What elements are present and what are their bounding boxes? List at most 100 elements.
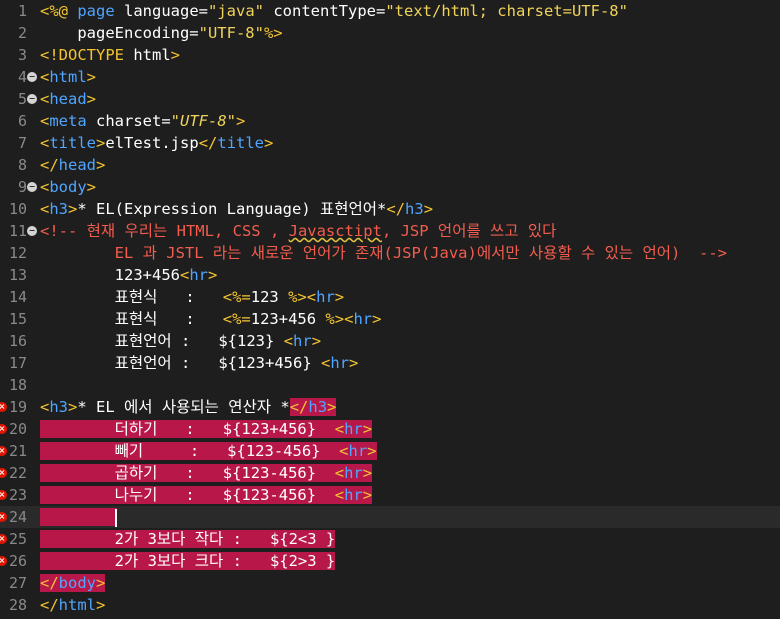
code-line[interactable]: 20 × 더하기 : ${123+456} <hr>: [0, 418, 780, 440]
code-token: <: [283, 332, 294, 350]
line-number: 27: [8, 574, 27, 592]
code-token: <: [40, 200, 50, 218]
code-line[interactable]: 23 × 나누기 : ${123-456} <hr>: [0, 484, 780, 506]
code-line[interactable]: 5− <head>: [0, 88, 780, 110]
code-line[interactable]: 25 × 2가 3보다 작다 : ${2<3 }: [0, 528, 780, 550]
code-token: >: [311, 332, 322, 350]
code-line[interactable]: 28 </html>: [0, 594, 780, 616]
code-line[interactable]: 18: [0, 374, 780, 396]
code-token: 123+456: [40, 266, 180, 284]
code-line[interactable]: 16 표현언어 : ${123} <hr>: [0, 330, 780, 352]
code-content: <head>: [40, 88, 96, 110]
code-content: 빼기 : ${123-456} <hr>: [40, 440, 377, 462]
code-token: </: [40, 596, 59, 614]
code-token: 2가 3보다 크다 : ${2>3 }: [40, 552, 336, 570]
code-token: "text/html; charset=UTF-8": [385, 2, 628, 20]
code-line[interactable]: 19 × <h3>* EL 에서 사용되는 연산자 *</h3>: [0, 396, 780, 418]
code-line[interactable]: 2 pageEncoding="UTF-8"%>: [0, 22, 780, 44]
code-line[interactable]: 10 <h3>* EL(Expression Language) 표현언어*</h…: [0, 198, 780, 220]
code-content: <h3>* EL(Expression Language) 표현언어*</h3>: [40, 198, 433, 220]
code-token: <%=: [222, 288, 251, 306]
code-token: %>: [288, 288, 307, 306]
code-token: title: [217, 134, 265, 152]
code-token: <: [40, 398, 50, 416]
code-line[interactable]: 4− <html>: [0, 66, 780, 88]
code-token: * EL 에서 사용되는 연산자 *: [77, 398, 290, 416]
code-line[interactable]: 15 표현식 : <%=123+456 %><hr>: [0, 308, 780, 330]
code-token: hr: [344, 464, 363, 482]
code-token: h3: [405, 200, 424, 218]
code-token: <: [334, 420, 345, 438]
code-token: </: [40, 156, 59, 174]
code-content: 2가 3보다 작다 : ${2<3 }: [40, 528, 336, 550]
code-token: 곱하기 : ${123-456}: [40, 464, 335, 482]
line-number: 7: [17, 134, 27, 152]
code-line[interactable]: 3 <!DOCTYPE html>: [0, 44, 780, 66]
code-token: h3: [308, 398, 328, 416]
code-line[interactable]: 17 표현언어 : ${123+456} <hr>: [0, 352, 780, 374]
code-token: charset=: [86, 112, 171, 130]
code-token: hr: [353, 310, 373, 328]
code-line[interactable]: 1 <%@ page language="java" contentType="t…: [0, 0, 780, 22]
code-line[interactable]: 13 123+456<hr>: [0, 264, 780, 286]
code-token: "java": [208, 2, 264, 20]
code-content: pageEncoding="UTF-8"%>: [40, 22, 282, 44]
code-editor[interactable]: 1 <%@ page language="java" contentType="t…: [0, 0, 780, 619]
code-token: </: [386, 200, 406, 218]
code-line[interactable]: 11− <!-- 현재 우리는 HTML, CSS , Javasctipt, J…: [0, 220, 780, 242]
code-token: hr: [293, 332, 312, 350]
code-line[interactable]: 8 </head>: [0, 154, 780, 176]
code-line[interactable]: 24 ×: [0, 506, 780, 528]
code-token: page: [68, 2, 115, 20]
code-token: </: [289, 398, 309, 416]
code-token: hr: [344, 420, 363, 438]
code-token: 표현언어 : ${123}: [40, 332, 284, 350]
code-token: >: [86, 68, 97, 86]
code-content: <%@ page language="java" contentType="te…: [40, 0, 628, 22]
line-number: 1: [17, 2, 27, 20]
code-content: 표현언어 : ${123+456} <hr>: [40, 352, 359, 374]
code-line[interactable]: 21 × 빼기 : ${123-456} <hr>: [0, 440, 780, 462]
line-number: 14: [8, 288, 27, 306]
fold-collapse-icon[interactable]: −: [27, 72, 37, 82]
code-token: "UTF-8": [170, 112, 236, 130]
code-token: >: [362, 486, 373, 504]
code-token: 표현식 :: [40, 288, 223, 306]
line-number: 8: [17, 156, 27, 174]
code-token: hr: [348, 442, 368, 460]
code-line[interactable]: 22 × 곱하기 : ${123-456} <hr>: [0, 462, 780, 484]
text-cursor: [114, 508, 117, 527]
code-token: >: [334, 288, 345, 306]
code-content: <!-- 현재 우리는 HTML, CSS , Javasctipt, JSP …: [40, 220, 556, 242]
line-number: 4: [17, 68, 27, 86]
code-token: >: [86, 90, 97, 108]
code-line[interactable]: 9− <body>: [0, 176, 780, 198]
code-token: <%@: [40, 2, 68, 20]
fold-collapse-icon[interactable]: −: [27, 182, 37, 192]
fold-collapse-icon[interactable]: −: [27, 94, 37, 104]
code-token: >: [327, 398, 337, 416]
code-line[interactable]: 14 표현식 : <%=123 %><hr>: [0, 286, 780, 308]
code-line[interactable]: 27 </body>: [0, 572, 780, 594]
code-content: 나누기 : ${123-456} <hr>: [40, 484, 373, 506]
code-token: <: [40, 68, 50, 86]
code-token: <%=: [222, 310, 251, 328]
code-token: , JSP 언어를 쓰고 있다: [381, 222, 557, 240]
code-line[interactable]: 26 × 2가 3보다 크다 : ${2>3 }: [0, 550, 780, 572]
fold-collapse-icon[interactable]: −: [27, 226, 37, 236]
code-line[interactable]: 6 <meta charset="UTF-8">: [0, 110, 780, 132]
code-token: hr: [344, 486, 363, 504]
code-token: hr: [330, 354, 350, 372]
code-content: [40, 506, 117, 528]
code-content: <h3>* EL 에서 사용되는 연산자 *</h3>: [40, 396, 337, 418]
code-content: <meta charset="UTF-8">: [40, 110, 245, 132]
code-content: 표현식 : <%=123 %><hr>: [40, 286, 344, 308]
code-content: 더하기 : ${123+456} <hr>: [40, 418, 373, 440]
code-line[interactable]: 7 <title>elTest.jsp</title>: [0, 132, 780, 154]
code-line[interactable]: 12 EL 과 JSTL 라는 새로운 언어가 존재(JSP(Java)에서만 …: [0, 242, 780, 264]
code-token: body: [58, 574, 96, 592]
code-token: >: [96, 156, 106, 174]
code-token: title: [49, 134, 97, 152]
code-token: 123: [250, 288, 289, 306]
